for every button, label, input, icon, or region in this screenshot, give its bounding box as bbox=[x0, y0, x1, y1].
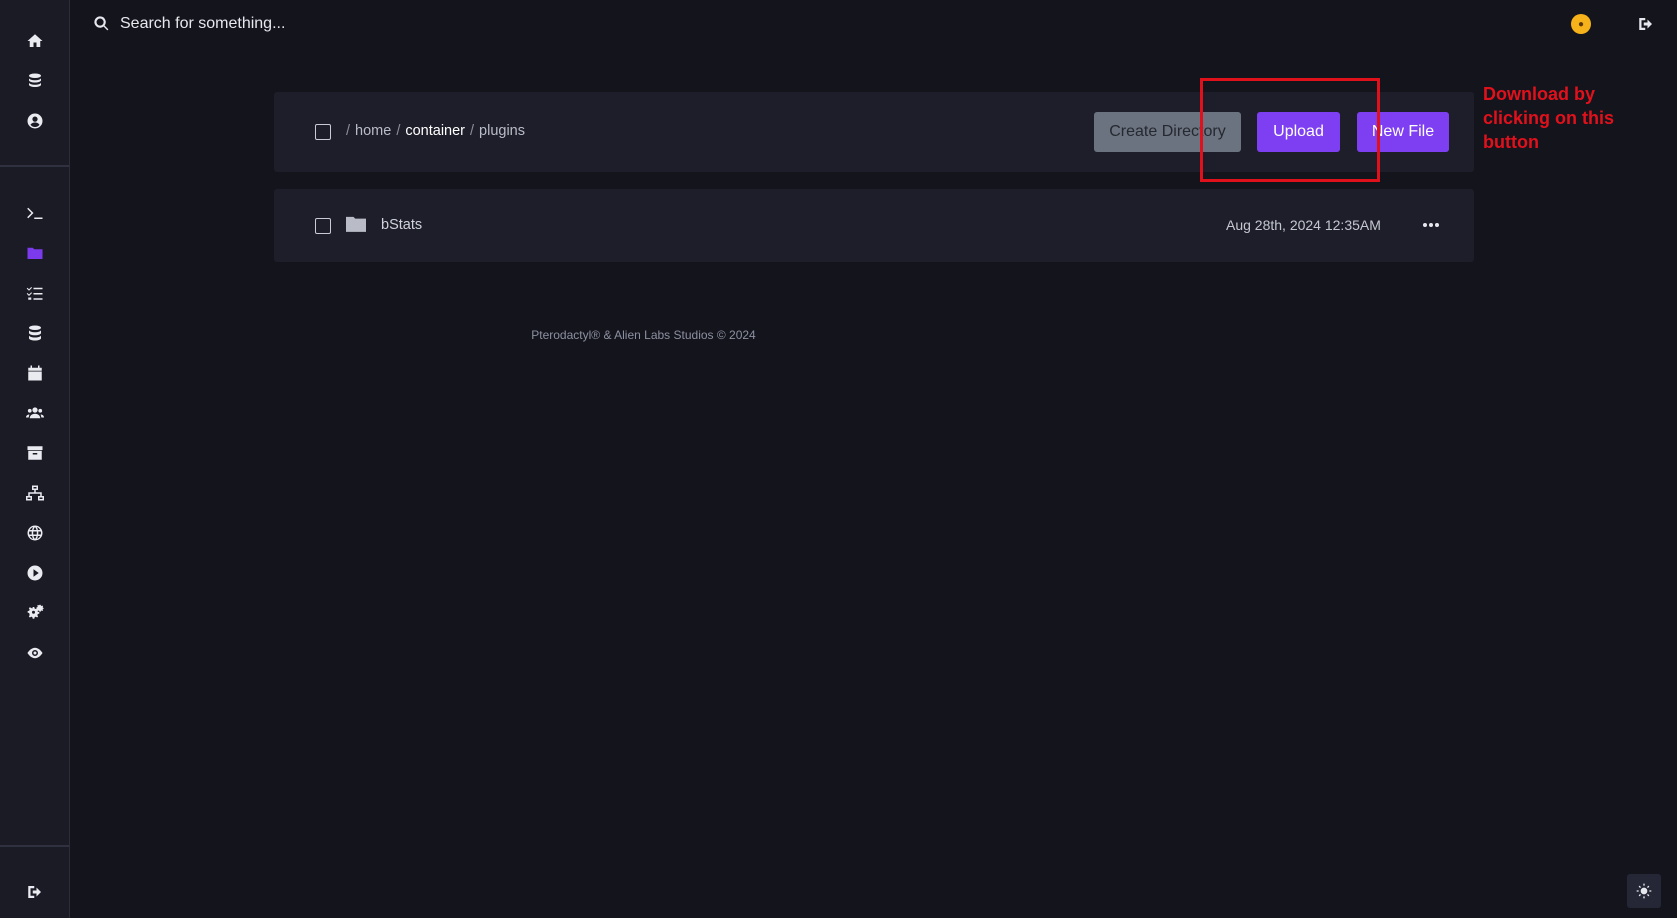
upload-button[interactable]: Upload bbox=[1257, 112, 1340, 152]
sidebar-divider-bottom bbox=[0, 845, 69, 847]
sun-icon bbox=[1636, 883, 1652, 899]
top-bar: ● bbox=[70, 0, 1677, 48]
footer-text: Pterodactyl® & Alien Labs Studios © 2024 bbox=[531, 328, 756, 342]
file-modified-date: Aug 28th, 2024 12:35AM bbox=[1226, 217, 1381, 233]
file-row-checkbox[interactable] bbox=[315, 218, 331, 234]
account-icon[interactable] bbox=[0, 109, 69, 133]
home-icon[interactable] bbox=[0, 29, 69, 53]
logout-top-icon[interactable] bbox=[1637, 15, 1655, 33]
more-options-icon[interactable] bbox=[1421, 217, 1441, 233]
file-manager-header: / home / container / plugins Create Directory… bbox=[274, 92, 1474, 172]
schedules-icon[interactable] bbox=[0, 361, 69, 385]
tasks-icon[interactable] bbox=[0, 281, 69, 305]
breadcrumb-home[interactable]: home bbox=[355, 123, 391, 139]
select-all-checkbox[interactable] bbox=[315, 124, 331, 140]
search-input[interactable] bbox=[120, 11, 540, 37]
backups-icon[interactable] bbox=[0, 441, 69, 465]
breadcrumb: / home / container / plugins bbox=[346, 123, 525, 139]
activity-icon[interactable] bbox=[0, 641, 69, 665]
console-icon[interactable] bbox=[0, 201, 69, 225]
annotation-text: Download by clicking on this button bbox=[1483, 84, 1615, 152]
databases-icon[interactable] bbox=[0, 321, 69, 345]
file-name[interactable]: bStats bbox=[381, 217, 422, 233]
breadcrumb-separator: / bbox=[470, 123, 475, 139]
logout-icon[interactable] bbox=[0, 880, 69, 904]
avatar[interactable]: ● bbox=[1571, 14, 1591, 34]
network-icon[interactable] bbox=[0, 481, 69, 505]
startup-icon[interactable] bbox=[0, 561, 69, 585]
create-directory-button[interactable]: Create Directory bbox=[1094, 112, 1241, 152]
servers-icon[interactable] bbox=[0, 69, 69, 93]
new-file-button[interactable]: New File bbox=[1357, 112, 1449, 152]
breadcrumb-container[interactable]: container bbox=[405, 123, 465, 139]
breadcrumb-separator: / bbox=[346, 123, 351, 139]
globe-icon[interactable] bbox=[0, 521, 69, 545]
sidebar bbox=[0, 0, 70, 918]
sidebar-divider bbox=[0, 165, 69, 167]
users-icon[interactable] bbox=[0, 401, 69, 425]
search-icon bbox=[93, 15, 110, 32]
breadcrumb-plugins: plugins bbox=[479, 123, 525, 139]
footer: Pterodactyl® & Alien Labs Studios © 2024 bbox=[70, 328, 1677, 342]
theme-toggle-button[interactable] bbox=[1627, 874, 1661, 908]
folder-icon bbox=[346, 216, 366, 232]
file-row[interactable]: bStats Aug 28th, 2024 12:35AM bbox=[274, 189, 1474, 262]
breadcrumb-separator: / bbox=[396, 123, 401, 139]
files-icon[interactable] bbox=[0, 241, 69, 265]
settings-icon[interactable] bbox=[0, 601, 69, 625]
